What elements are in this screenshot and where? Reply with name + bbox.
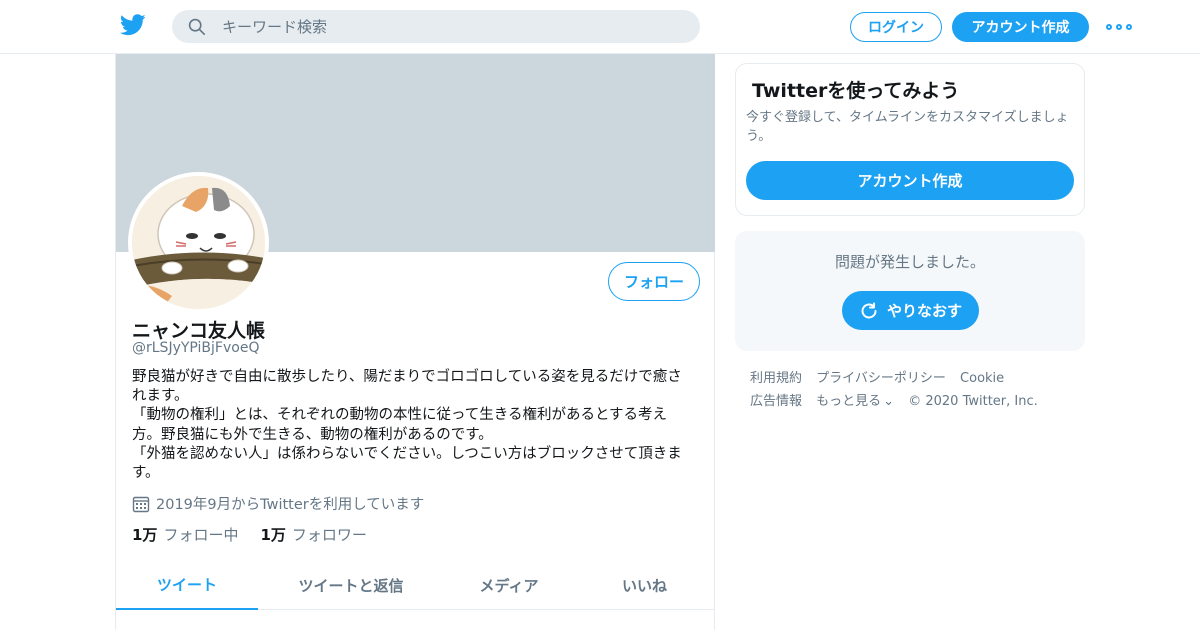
error-message: 問題が発生しました。 — [834, 253, 985, 271]
footer-more-link[interactable]: もっと見る ⌄ — [816, 390, 894, 413]
join-date: 2019年9月からTwitterを利用しています — [132, 493, 424, 514]
signup-card-subtitle: 今すぐ登録して、タイムラインをカスタマイズしましょう。 — [746, 110, 1069, 144]
refresh-icon — [861, 302, 877, 318]
footer-cookie-link[interactable]: Cookie — [960, 367, 1004, 390]
profile-name: ニャンコ友人帳 — [132, 320, 266, 342]
follow-button[interactable]: フォロー — [608, 262, 700, 301]
tab-tweets-and-replies[interactable]: ツイートと返信 — [258, 560, 444, 610]
tab-media[interactable]: メディア — [444, 560, 574, 610]
following-stat[interactable]: 1万 フォロー中 — [132, 524, 238, 545]
bio-line: 野良猫が好きで自由に散歩したり、陽だまりでゴロゴロしている姿を見るだけで癒されま… — [132, 369, 682, 405]
error-card: 問題が発生しました。 やりなおす — [735, 231, 1085, 351]
join-date-text: 2019年9月からTwitterを利用しています — [156, 497, 425, 513]
followers-label: フォロワー — [291, 526, 367, 544]
follow-stats: 1万 フォロー中 1万 フォロワー — [132, 524, 389, 545]
bio-line: 「外猫を認めない人」は係わらないでください。しつこい方はブロックさせて頂きます。 — [132, 445, 682, 482]
chevron-down-icon: ⌄ — [883, 394, 895, 409]
search-box[interactable] — [172, 10, 700, 43]
followers-stat[interactable]: 1万 フォロワー — [260, 524, 366, 545]
following-label: フォロー中 — [163, 526, 239, 544]
login-button[interactable]: ログイン — [850, 12, 942, 42]
top-nav-bar: ログイン アカウント作成 — [0, 0, 1200, 54]
footer-ads-link[interactable]: 広告情報 — [750, 390, 802, 413]
footer-links: 利用規約 プライバシーポリシー Cookie 広告情報 もっと見る ⌄ © 202… — [750, 367, 1080, 413]
search-input[interactable] — [222, 10, 682, 43]
search-icon — [188, 18, 206, 36]
footer-more-label: もっと見る — [816, 394, 882, 409]
profile-tabs: ツイート ツイートと返信 メディア いいね — [116, 560, 715, 610]
tab-tweets[interactable]: ツイート — [116, 560, 258, 610]
more-options-icon[interactable] — [1106, 18, 1132, 36]
bio-line: 「動物の権利」とは、それぞれの動物の本性に従って生きる権利があるとする考え方。野… — [132, 407, 668, 443]
footer-privacy-link[interactable]: プライバシーポリシー — [816, 367, 946, 390]
followers-count: 1万 — [260, 526, 286, 544]
signup-button[interactable]: アカウント作成 — [952, 12, 1089, 42]
following-count: 1万 — [132, 526, 158, 544]
twitter-bird-icon[interactable] — [120, 14, 146, 36]
calendar-icon — [132, 496, 150, 512]
footer-terms-link[interactable]: 利用規約 — [750, 367, 802, 390]
profile-handle[interactable]: @rLSJyYPiBjFvoeQ — [132, 340, 259, 356]
profile-bio: 野良猫が好きで自由に散歩したり、陽だまりでゴロゴロしている姿を見るだけで癒されま… — [132, 368, 696, 483]
footer-copyright: © 2020 Twitter, Inc. — [908, 394, 1038, 409]
cat-avatar-image — [132, 176, 265, 309]
signup-card: Twitterを使ってみよう 今すぐ登録して、タイムラインをカスタマイズしましょ… — [735, 63, 1085, 216]
signup-card-button[interactable]: アカウント作成 — [746, 161, 1074, 200]
profile-column: フォロー ニャンコ友人帳 @rLSJyYPiBjFvoeQ 野良猫が好きで自由に… — [115, 54, 715, 630]
retry-button[interactable]: やりなおす — [842, 291, 979, 330]
retry-label: やりなおす — [886, 302, 962, 320]
avatar[interactable] — [128, 172, 269, 313]
tab-likes[interactable]: いいね — [574, 560, 715, 610]
signup-card-title: Twitterを使ってみよう — [752, 80, 960, 102]
